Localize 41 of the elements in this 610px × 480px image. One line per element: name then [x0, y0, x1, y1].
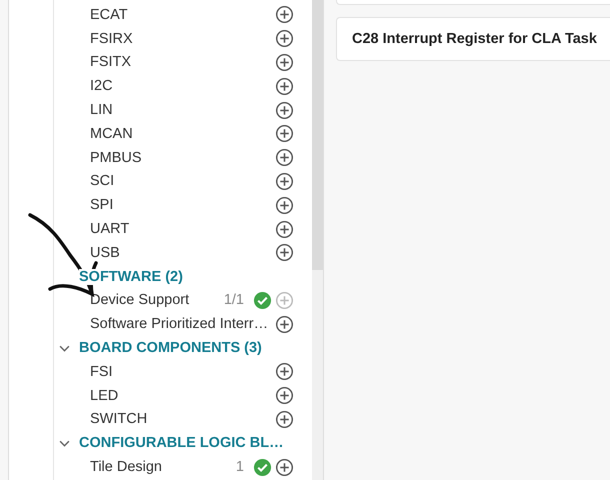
add-icon[interactable]: [275, 458, 294, 477]
section-header[interactable]: BOARD COMPONENTS (3): [79, 340, 262, 356]
add-icon[interactable]: [275, 196, 294, 215]
add-icon[interactable]: [275, 29, 294, 48]
add-icon[interactable]: [275, 5, 294, 24]
module-name[interactable]: SCI: [90, 173, 272, 190]
scrollbar-thumb[interactable]: [312, 0, 323, 270]
module-name[interactable]: MCAN: [90, 126, 272, 142]
add-icon[interactable]: [275, 124, 294, 144]
add-icon[interactable]: [275, 362, 294, 382]
module-name[interactable]: FSITX: [90, 54, 272, 70]
add-icon[interactable]: [275, 148, 294, 168]
card-title: C28 Interrupt Register for CLA Task: [352, 31, 597, 47]
module-name[interactable]: ECAT: [90, 6, 272, 23]
module-name[interactable]: I2C: [90, 78, 272, 94]
module-name[interactable]: FSIRX: [90, 30, 272, 47]
add-icon[interactable]: [275, 100, 294, 120]
module-name[interactable]: LIN: [90, 102, 272, 118]
module-name[interactable]: UART: [90, 221, 272, 238]
add-icon[interactable]: [275, 386, 294, 406]
add-icon[interactable]: [275, 172, 294, 191]
add-icon[interactable]: [275, 220, 294, 239]
module-name[interactable]: SPI: [90, 197, 272, 214]
chevron-icon[interactable]: [59, 440, 70, 447]
add-icon[interactable]: [275, 52, 294, 72]
module-name[interactable]: Tile Design: [90, 459, 236, 476]
module-name[interactable]: FSI: [90, 364, 272, 380]
module-name[interactable]: USB: [90, 244, 272, 261]
add-icon[interactable]: [275, 410, 294, 429]
add-icon[interactable]: [275, 76, 294, 96]
add-icon[interactable]: [275, 243, 294, 262]
module-name[interactable]: SWITCH: [90, 411, 272, 428]
module-name[interactable]: Software Prioritized Interr…: [90, 316, 272, 332]
chevron-icon[interactable]: [59, 344, 70, 352]
add-icon[interactable]: [275, 314, 294, 334]
instance-count: 1: [236, 459, 244, 476]
module-name[interactable]: Device Support: [90, 292, 224, 308]
section-header[interactable]: SOFTWARE (2): [79, 268, 183, 285]
module-name[interactable]: LED: [90, 388, 272, 404]
module-name[interactable]: PMBUS: [90, 150, 272, 166]
instance-count: 1/1: [224, 292, 244, 308]
